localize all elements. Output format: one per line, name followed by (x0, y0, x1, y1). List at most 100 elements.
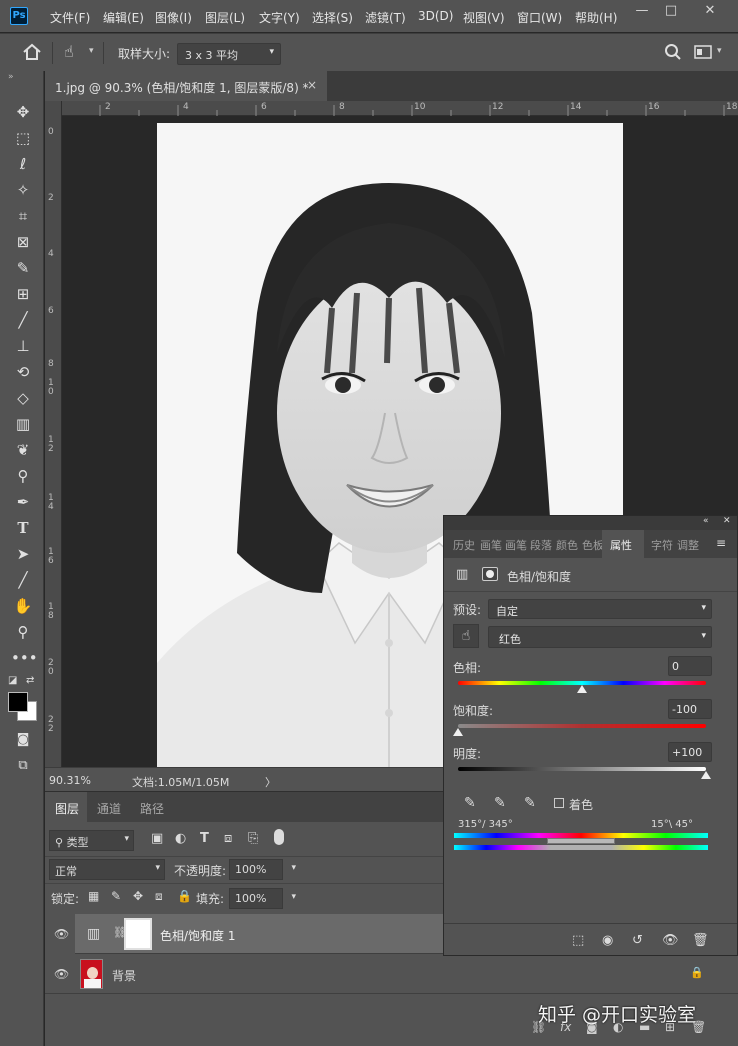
eraser-tool-icon[interactable]: ◇ (11, 387, 35, 409)
menu-select[interactable]: 选择(S) (312, 9, 353, 26)
eyedropper-icon[interactable]: ✎ (464, 795, 476, 811)
menu-view[interactable]: 视图(V) (463, 9, 505, 26)
delete-adjustment-icon[interactable]: 🗑 (692, 933, 709, 948)
saturation-input[interactable]: -100 (668, 699, 712, 719)
blend-mode-select[interactable]: 正常 ▾ (49, 859, 165, 880)
layer-mask-thumbnail[interactable] (124, 918, 152, 950)
workspace-icon[interactable] (694, 45, 712, 62)
lock-transparent-icon[interactable]: ▦ (88, 889, 99, 903)
channel-select[interactable]: 红色 ▾ (488, 626, 712, 648)
panel-menu-icon[interactable]: ≡ (716, 536, 726, 550)
layer-row-background[interactable]: 👁 背景 🔒 (45, 954, 738, 994)
visibility-eye-icon[interactable]: 👁 (54, 927, 69, 941)
expand-icon[interactable]: » (8, 72, 14, 82)
document-tab[interactable]: 1.jpg @ 90.3% (色相/饱和度 1, 图层蒙版/8) * (45, 71, 327, 101)
saturation-slider-track[interactable] (458, 724, 706, 728)
search-icon[interactable] (664, 43, 682, 64)
brush-tool-icon[interactable]: ╱ (11, 309, 35, 331)
lightness-input[interactable]: +100 (668, 742, 712, 762)
zoom-level[interactable]: 90.31% (49, 774, 91, 787)
tab-properties[interactable]: 属性 (610, 537, 632, 553)
type-tool-icon[interactable]: T (11, 517, 35, 539)
filter-shape-icon[interactable]: ⧈ (224, 831, 232, 846)
tab-paths[interactable]: 路径 (140, 800, 164, 817)
close-tab-icon[interactable]: × (307, 78, 317, 92)
reset-icon[interactable]: ↺ (632, 933, 643, 948)
marquee-tool-icon[interactable]: ⬚ (11, 127, 35, 149)
lightness-slider-track[interactable] (458, 767, 706, 771)
menu-edit[interactable]: 编辑(E) (103, 9, 144, 26)
chevron-down-icon[interactable]: ▾ (717, 46, 722, 56)
filter-pixel-icon[interactable]: ▣ (151, 831, 163, 846)
healing-brush-tool-icon[interactable]: ⊞ (11, 283, 35, 305)
menu-window[interactable]: 窗口(W) (517, 9, 562, 26)
more-tools-icon[interactable]: ••• (11, 647, 38, 669)
targeted-adjustment-hand-icon[interactable]: ☝ (453, 624, 479, 648)
lock-pixels-icon[interactable]: ✎ (111, 889, 121, 903)
color-range-selector[interactable] (547, 838, 615, 844)
menu-layer[interactable]: 图层(L) (205, 9, 245, 26)
lightness-slider-thumb[interactable] (701, 771, 711, 779)
foreground-color-swatch[interactable] (8, 692, 28, 712)
mask-icon[interactable] (482, 567, 498, 581)
menu-3d[interactable]: 3D(D) (418, 9, 453, 23)
close-panel-icon[interactable]: ✕ (723, 516, 731, 526)
maximize-button[interactable]: □ (659, 4, 683, 18)
clip-to-layer-icon[interactable]: ⬚ (572, 933, 584, 948)
colorize-checkbox[interactable] (554, 798, 564, 808)
visibility-eye-icon[interactable]: 👁 (54, 967, 69, 981)
frame-tool-icon[interactable]: ⊠ (11, 231, 35, 253)
menu-file[interactable]: 文件(F) (50, 9, 90, 26)
fill-input[interactable]: 100% ▾ (229, 888, 296, 909)
lock-position-icon[interactable]: ✥ (133, 889, 143, 903)
zoom-tool-icon[interactable]: ⚲ (11, 621, 35, 643)
tab-swatches[interactable]: 色板 (582, 537, 604, 553)
eyedropper-plus-icon[interactable]: ✎ (494, 795, 506, 811)
blur-tool-icon[interactable]: ❦ (11, 439, 35, 461)
eyedropper-hand-icon[interactable]: ☝ (64, 42, 74, 61)
dodge-tool-icon[interactable]: ⚲ (11, 465, 35, 487)
layer-name[interactable]: 色相/饱和度 1 (160, 927, 236, 944)
filter-smart-object-icon[interactable]: ⎘ (248, 831, 258, 846)
swap-colors-icon[interactable]: ⇄ (26, 675, 34, 686)
menu-filter[interactable]: 滤镜(T) (365, 9, 406, 26)
layer-name[interactable]: 背景 (112, 967, 136, 984)
menu-help[interactable]: 帮助(H) (575, 9, 617, 26)
pen-tool-icon[interactable]: ✒ (11, 491, 35, 513)
preset-select[interactable]: 自定 ▾ (488, 599, 712, 619)
tab-character[interactable]: 字符 (651, 537, 673, 553)
hue-slider-thumb[interactable] (577, 685, 587, 693)
filter-adjustment-icon[interactable]: ◐ (175, 831, 186, 846)
tab-brush-settings[interactable]: 画笔 (505, 537, 527, 553)
properties-panel-header[interactable]: « ✕ (444, 516, 737, 530)
opacity-input[interactable]: 100% ▾ (229, 859, 296, 880)
chevron-down-icon[interactable]: ▾ (89, 46, 94, 56)
tab-paragraph[interactable]: 段落 (530, 537, 552, 553)
gradient-tool-icon[interactable]: ▥ (11, 413, 35, 435)
stamp-tool-icon[interactable]: ⊥ (11, 335, 35, 357)
tab-color[interactable]: 颜色 (556, 537, 578, 553)
lock-artboard-icon[interactable]: ⧈ (155, 889, 163, 904)
close-button[interactable]: ✕ (698, 4, 722, 18)
sample-size-select[interactable]: 3 x 3 平均 ▾ (177, 43, 281, 65)
tab-brushes[interactable]: 画笔 (480, 537, 502, 553)
tab-history[interactable]: 历史 (453, 537, 475, 553)
collapse-icon[interactable]: « (703, 516, 709, 526)
view-previous-icon[interactable]: ◉ (602, 933, 613, 948)
hue-input[interactable]: 0 (668, 656, 712, 676)
screen-mode-icon[interactable]: ⧉ (11, 755, 35, 777)
tab-channels[interactable]: 通道 (97, 800, 121, 817)
quick-mask-icon[interactable]: ◙ (11, 729, 35, 751)
menu-type[interactable]: 文字(Y) (259, 9, 300, 26)
menu-image[interactable]: 图像(I) (155, 9, 192, 26)
filter-toggle[interactable] (274, 829, 284, 845)
tab-adjustments[interactable]: 调整 (677, 537, 699, 553)
filter-type-icon[interactable]: T (200, 831, 209, 846)
line-tool-icon[interactable]: ╱ (11, 569, 35, 591)
saturation-slider-thumb[interactable] (453, 728, 463, 736)
magic-wand-tool-icon[interactable]: ✧ (11, 179, 35, 201)
toggle-visibility-eye-icon[interactable]: 👁 (662, 933, 679, 948)
move-tool-icon[interactable]: ✥ (11, 101, 35, 123)
layer-filter-select[interactable]: ⚲ 类型 ▾ (49, 830, 134, 851)
lasso-tool-icon[interactable]: ℓ (11, 153, 35, 175)
